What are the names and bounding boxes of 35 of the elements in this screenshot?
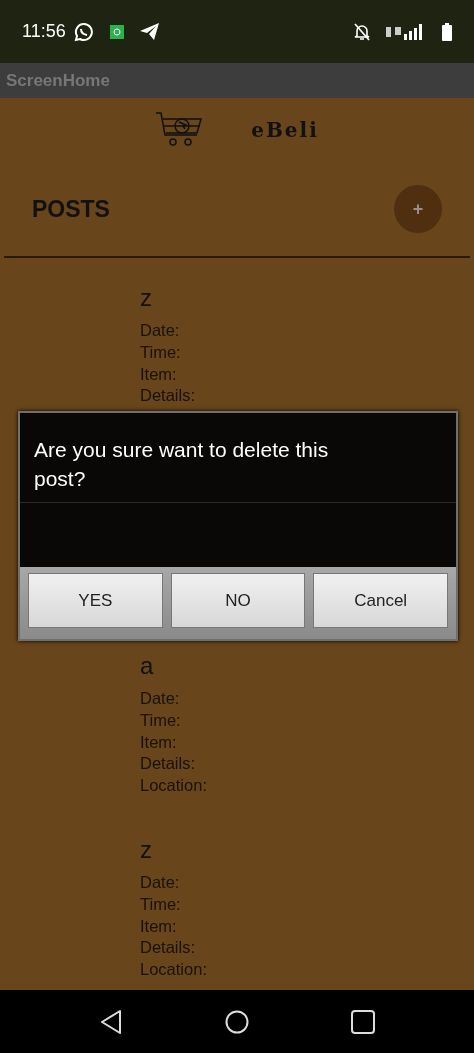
dialog-button[interactable]: YES	[28, 573, 163, 628]
app-title: ScreenHome	[6, 69, 110, 92]
post-field-label: Details:	[140, 937, 197, 959]
back-icon[interactable]	[99, 1008, 123, 1035]
section-title: POSTS	[32, 194, 110, 224]
post-field-label: Item:	[140, 915, 178, 937]
post-field-label: Item:	[140, 363, 178, 385]
post-title: z	[140, 284, 153, 312]
post-field-label: Details:	[140, 753, 197, 775]
chat-bubble-icon	[73, 21, 94, 42]
status-time: 11:56	[22, 20, 66, 43]
brand-name: eBeli	[251, 117, 319, 144]
post-field-label: Time:	[140, 709, 182, 731]
send-icon	[139, 23, 159, 40]
post-field-label: Date:	[140, 688, 181, 709]
post-field-label: Location:	[140, 775, 208, 797]
post-field-label: Date:	[140, 320, 181, 341]
dialog-message: Are you sure want to delete this post?	[34, 438, 329, 490]
dialog-button[interactable]: Cancel	[313, 573, 448, 628]
post-field-label: Date:	[140, 872, 181, 893]
recents-icon[interactable]	[351, 1009, 375, 1034]
post-field-label: Time:	[140, 893, 182, 915]
bell-off-icon	[354, 22, 370, 41]
post-field-label: Location:	[140, 959, 208, 981]
home-icon[interactable]	[225, 1009, 249, 1034]
dialog-button[interactable]: NO	[170, 573, 306, 628]
add-button[interactable]: +	[394, 185, 442, 233]
app-icon	[109, 24, 124, 39]
shopping-cart-icon	[155, 111, 204, 149]
battery-icon	[442, 22, 452, 41]
post-title: z	[140, 836, 153, 864]
post-field-label: Details:	[140, 385, 197, 407]
post-field-label: Time:	[140, 341, 182, 363]
post-field-label: Item:	[140, 731, 178, 753]
post-title: a	[140, 652, 155, 680]
